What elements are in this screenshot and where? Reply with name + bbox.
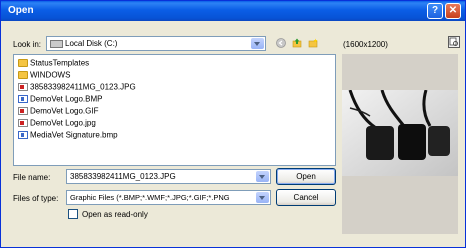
chevron-down-icon[interactable]	[256, 171, 269, 182]
image-file-icon	[18, 82, 28, 91]
open-dialog: Open ? ✕ Look in: Local Disk (C:) (1600x…	[0, 0, 466, 248]
look-in-dropdown[interactable]: Local Disk (C:)	[46, 36, 266, 51]
bitmap-file-icon	[18, 94, 28, 103]
image-preview	[342, 90, 458, 176]
image-file-icon	[18, 106, 28, 115]
file-name-input[interactable]: 385833982411MG_0123.JPG	[66, 169, 271, 184]
drive-icon	[50, 39, 63, 48]
list-item-label: 385833982411MG_0123.JPG	[30, 82, 136, 92]
chevron-down-icon[interactable]	[251, 38, 264, 49]
file-list[interactable]: StatusTemplates WINDOWS 385833982411MG_0…	[13, 54, 336, 166]
open-button[interactable]: Open	[276, 168, 336, 185]
close-icon: ✕	[448, 5, 458, 16]
cancel-button[interactable]: Cancel	[276, 189, 336, 206]
title-bar[interactable]: Open ? ✕	[1, 1, 465, 21]
list-item[interactable]: DemoVet Logo.jpg	[18, 118, 96, 130]
folder-icon	[18, 58, 28, 67]
file-name-value: 385833982411MG_0123.JPG	[70, 172, 176, 181]
file-name-label: File name:	[13, 173, 51, 182]
list-item[interactable]: StatusTemplates	[18, 58, 89, 70]
look-in-value: Local Disk (C:)	[65, 39, 118, 48]
folder-icon	[18, 70, 28, 79]
list-item[interactable]: MediaVet Signature.bmp	[18, 130, 118, 142]
file-type-dropdown[interactable]: Graphic Files (*.BMP;*.WMF;*.JPG;*.GIF;*…	[66, 190, 271, 205]
file-type-value: Graphic Files (*.BMP;*.WMF;*.JPG;*.GIF;*…	[70, 193, 230, 202]
list-item-label: DemoVet Logo.BMP	[30, 94, 103, 104]
list-item-label: DemoVet Logo.GIF	[30, 106, 99, 116]
list-item[interactable]: 385833982411MG_0123.JPG	[18, 82, 136, 94]
up-folder-icon[interactable]	[292, 38, 302, 48]
back-icon[interactable]	[276, 38, 286, 48]
close-button[interactable]: ✕	[445, 3, 461, 19]
image-file-icon	[18, 118, 28, 127]
preview-size-label: (1600x1200)	[343, 40, 388, 49]
read-only-label: Open as read-only	[82, 210, 148, 219]
preview-pane	[342, 54, 458, 234]
preview-toggle-icon[interactable]	[448, 36, 460, 48]
look-in-label: Look in:	[13, 40, 42, 49]
list-item-label: DemoVet Logo.jpg	[30, 118, 96, 128]
chevron-down-icon[interactable]	[256, 192, 269, 203]
list-item-label: StatusTemplates	[30, 58, 90, 68]
new-folder-icon[interactable]	[308, 38, 318, 48]
list-item[interactable]: DemoVet Logo.BMP	[18, 94, 102, 106]
help-icon: ?	[431, 5, 439, 16]
list-item-label: WINDOWS	[30, 70, 71, 80]
read-only-checkbox[interactable]	[68, 209, 78, 219]
dialog-title: Open	[8, 5, 34, 16]
list-item[interactable]: WINDOWS	[18, 70, 70, 82]
file-type-label: Files of type:	[13, 194, 59, 203]
help-button[interactable]: ?	[427, 3, 443, 19]
look-in-value-wrap: Local Disk (C:)	[50, 39, 117, 48]
list-item-label: MediaVet Signature.bmp	[30, 130, 118, 140]
bitmap-file-icon	[18, 130, 28, 139]
list-item[interactable]: DemoVet Logo.GIF	[18, 106, 98, 118]
